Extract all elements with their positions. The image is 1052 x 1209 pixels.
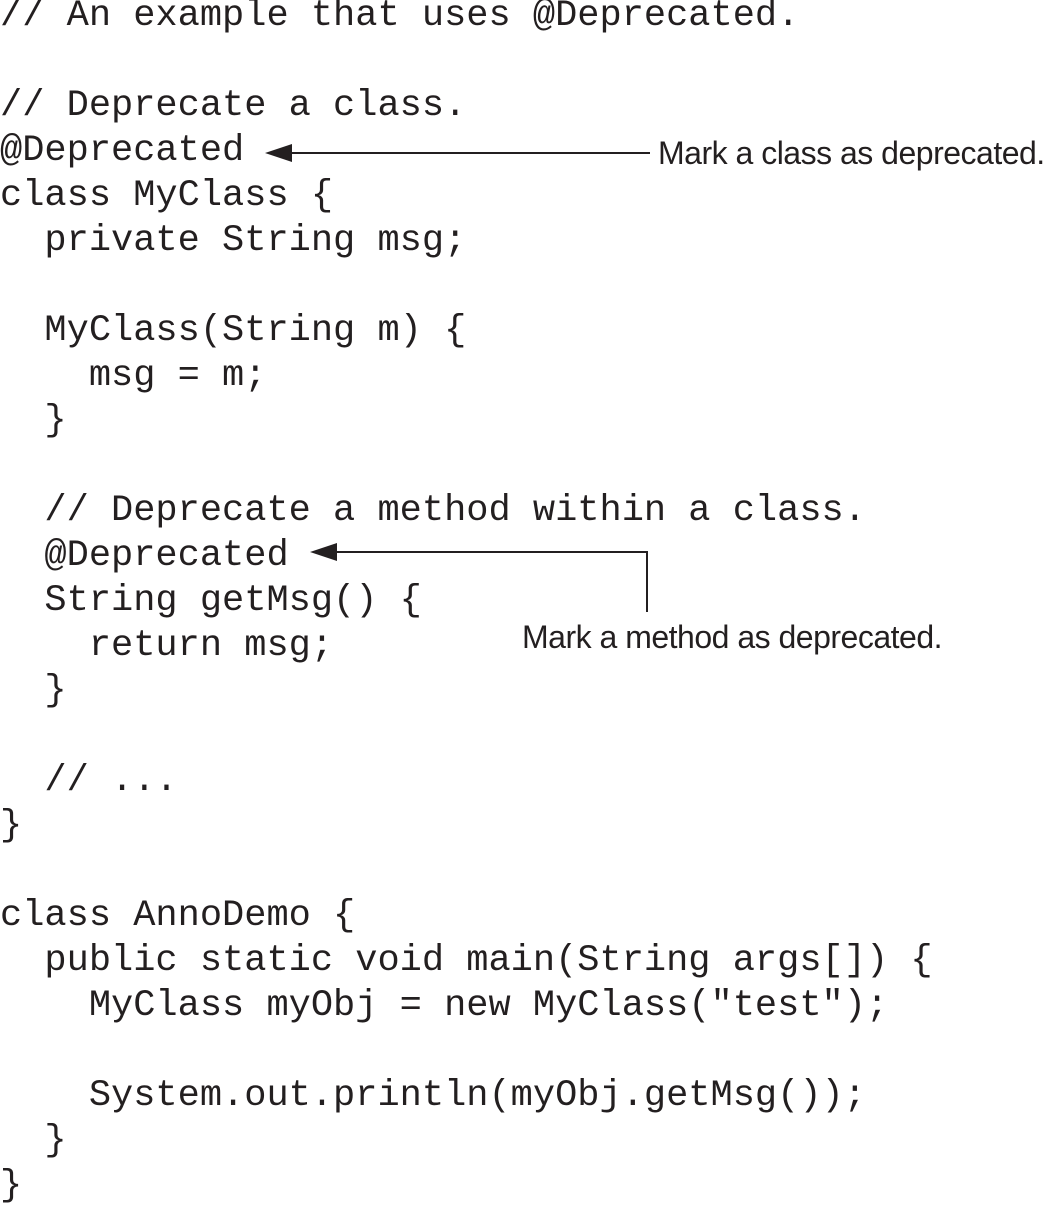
code-line: class MyClass { (0, 175, 334, 217)
code-listing: // An example that uses @Deprecated. // D… (0, 0, 933, 1209)
code-line: MyClass(String m) { (0, 310, 467, 352)
method-deprecation-note: Mark a method as deprecated. (522, 619, 943, 655)
code-line: System.out.println(myObj.getMsg()); (0, 1075, 866, 1117)
code-line: String getMsg() { (0, 580, 422, 622)
code-line: } (0, 1165, 23, 1207)
code-line: // An example that uses @Deprecated. (0, 0, 800, 37)
code-line: // ... (0, 760, 178, 802)
class-deprecation-note: Mark a class as deprecated. (658, 135, 1045, 171)
code-line: } (0, 1120, 67, 1162)
code-line: } (0, 805, 23, 847)
code-line: MyClass myObj = new MyClass("test"); (0, 985, 889, 1027)
code-line: } (0, 670, 67, 712)
code-line: public static void main(String args[]) { (0, 940, 933, 982)
code-line: private String msg; (0, 220, 467, 262)
code-line: @Deprecated (0, 535, 289, 577)
code-line: class AnnoDemo { (0, 895, 356, 937)
code-line: // Deprecate a method within a class. (0, 490, 866, 532)
code-line: msg = m; (0, 355, 267, 397)
code-line: } (0, 400, 67, 442)
code-line: // Deprecate a class. (0, 85, 467, 127)
